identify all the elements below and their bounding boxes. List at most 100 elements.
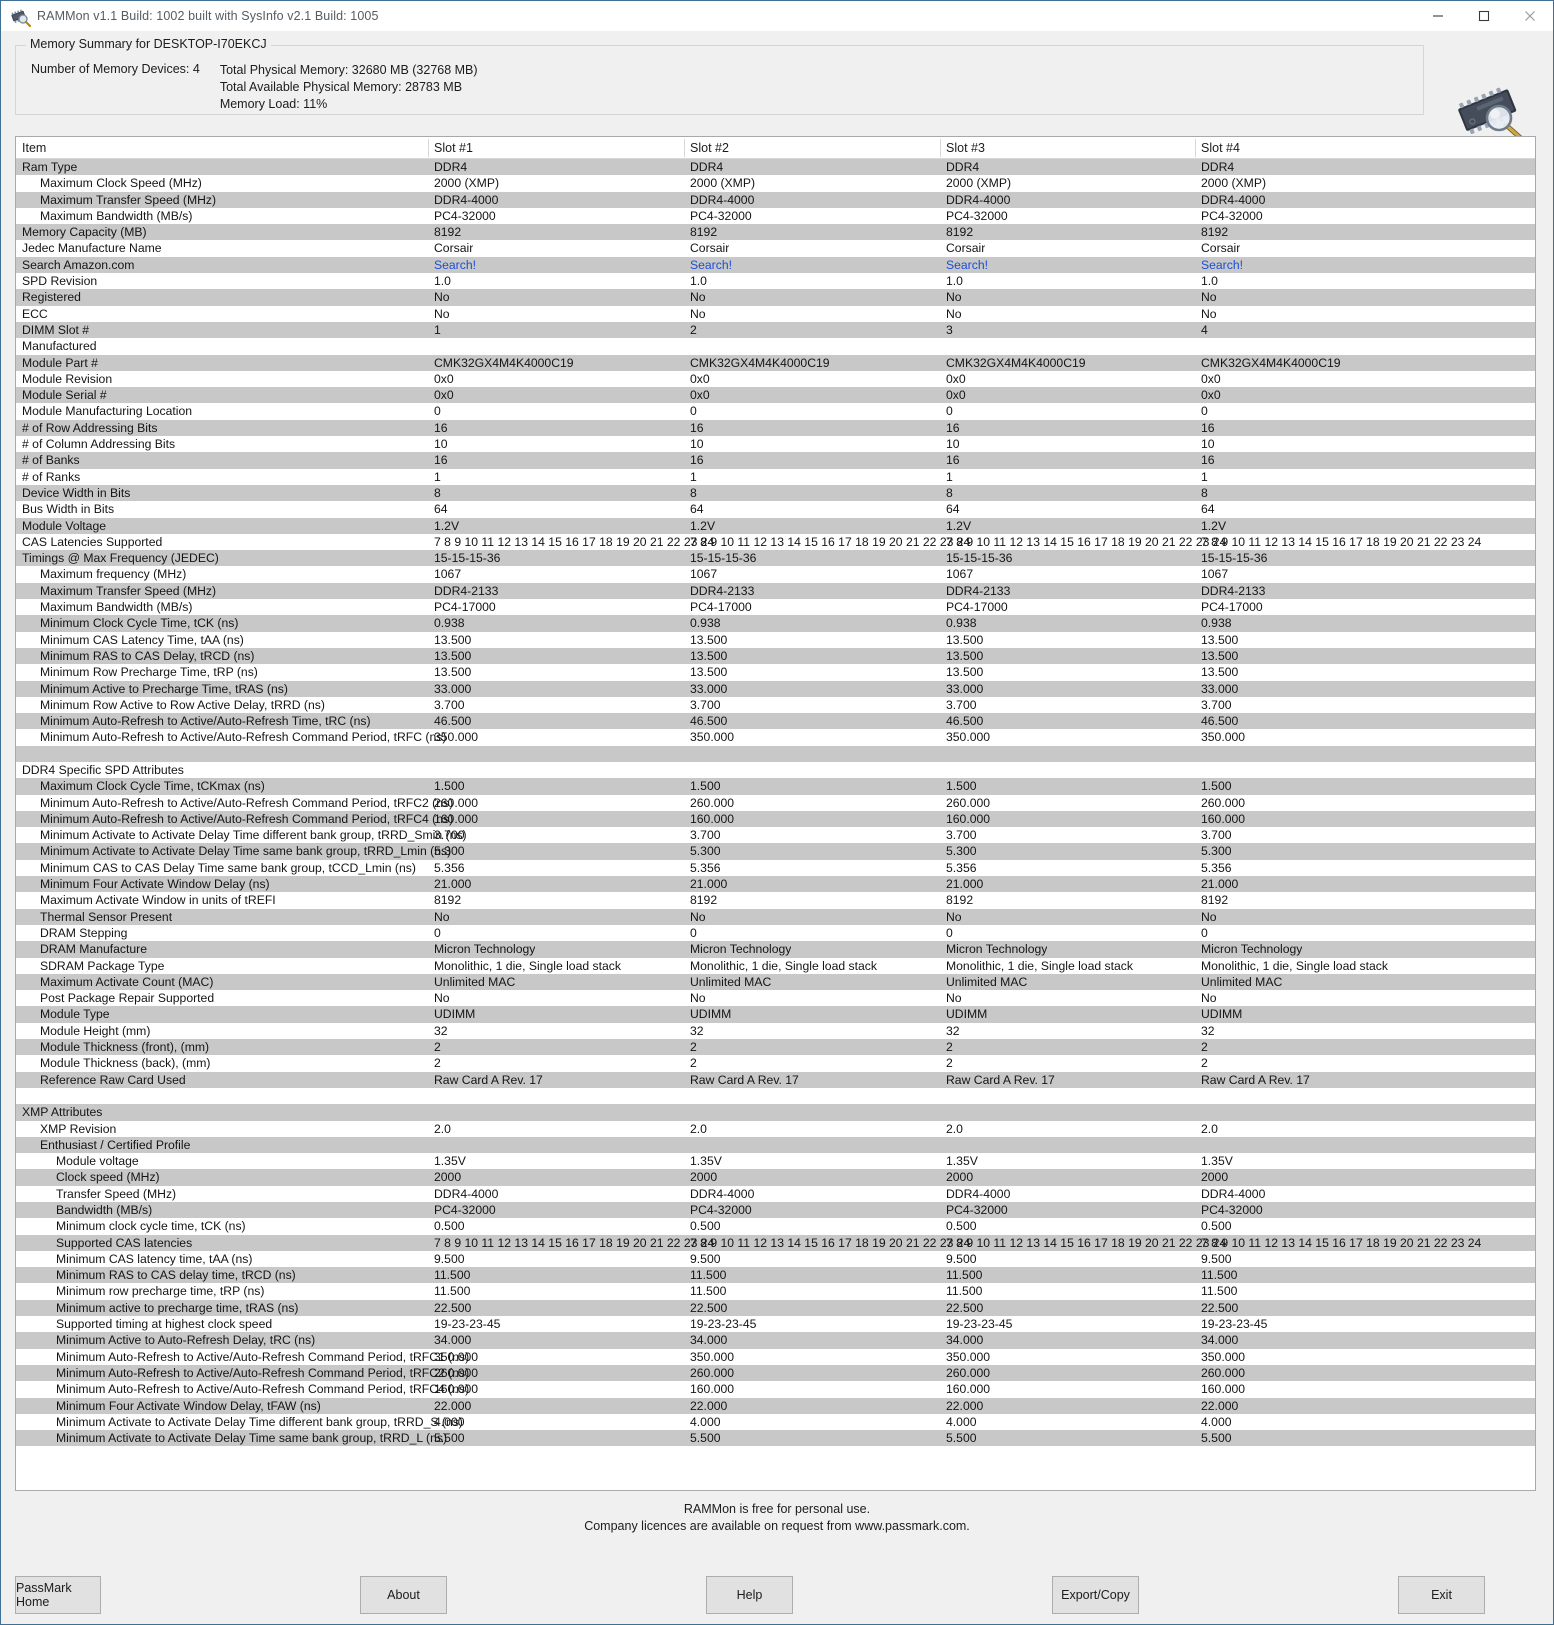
table-row[interactable]: Minimum Auto-Refresh to Active/Auto-Refr… xyxy=(16,810,1535,828)
table-row[interactable]: Ram Type DDR4 DDR4 DDR4 DDR4 xyxy=(16,159,1535,176)
table-row[interactable] xyxy=(16,745,1535,762)
table-row[interactable]: Module Voltage 1.2V 1.2V 1.2V 1.2V xyxy=(16,517,1535,534)
table-row[interactable]: Minimum Activate to Activate Delay Time … xyxy=(16,827,1535,844)
table-row[interactable]: Maximum Activate Window in units of tREF… xyxy=(16,892,1535,909)
table-row[interactable]: Bus Width in Bits 64 64 64 64 xyxy=(16,501,1535,518)
table-row[interactable]: Module Thickness (back), (mm) 2 2 2 2 xyxy=(16,1055,1535,1072)
table-row[interactable]: Minimum Activate to Activate Delay Time … xyxy=(16,1430,1535,1447)
table-row[interactable]: Module Revision 0x0 0x0 0x0 0x0 xyxy=(16,370,1535,388)
table-row[interactable]: SPD Revision 1.0 1.0 1.0 1.0 xyxy=(16,273,1535,290)
table-row[interactable]: Minimum Auto-Refresh to Active/Auto-Refr… xyxy=(16,729,1535,746)
table-row[interactable]: # of Column Addressing Bits 10 10 10 10 xyxy=(16,436,1535,453)
table-row[interactable]: DRAM Manufacture Micron Technology Micron … xyxy=(16,941,1535,958)
help-button[interactable]: Help xyxy=(706,1576,793,1614)
amazon-search-link[interactable]: Search! xyxy=(940,257,988,273)
table-row[interactable]: Minimum Row Precharge Time, tRP (ns) 13.5… xyxy=(16,664,1535,681)
table-row[interactable]: DDR4 Specific SPD Attributes xyxy=(16,761,1535,779)
table-row[interactable]: Supported CAS latencies 7 8 9 10 11 12 13… xyxy=(16,1234,1535,1251)
table-row[interactable]: Maximum Transfer Speed (MHz) DDR4-2133 DDR… xyxy=(16,582,1535,600)
table-row[interactable]: ECC No No No No xyxy=(16,305,1535,322)
amazon-search-link[interactable]: Search! xyxy=(1195,257,1243,273)
table-row[interactable]: Maximum Clock Cycle Time, tCKmax (ns) 1.5… xyxy=(16,778,1535,795)
export-copy-button[interactable]: Export/Copy xyxy=(1052,1576,1139,1614)
table-row[interactable]: Module Type UDIMM UDIMM UDIMM UDIMM xyxy=(16,1006,1535,1023)
maximize-button[interactable] xyxy=(1461,1,1507,31)
table-row[interactable]: DIMM Slot # 1 2 3 4 xyxy=(16,321,1535,339)
close-button[interactable] xyxy=(1507,1,1553,31)
table-row[interactable]: Module Height (mm) 32 32 32 32 xyxy=(16,1022,1535,1040)
table-row[interactable]: Minimum Auto-Refresh to Active/Auto-Refr… xyxy=(16,794,1535,811)
table-row[interactable]: SDRAM Package Type Monolithic, 1 die, Sin… xyxy=(16,957,1535,974)
table-row[interactable]: Minimum Activate to Activate Delay Time … xyxy=(16,1413,1535,1431)
table-row[interactable]: Minimum Four Activate Window Delay (ns) 2… xyxy=(16,876,1535,893)
table-row[interactable]: Minimum RAS to CAS delay time, tRCD (ns)… xyxy=(16,1267,1535,1284)
table-row[interactable]: CAS Latencies Supported 7 8 9 10 11 12 13… xyxy=(16,533,1535,551)
table-row[interactable]: XMP Attributes xyxy=(16,1104,1535,1121)
table-row[interactable]: Minimum Four Activate Window Delay, tFAW… xyxy=(16,1397,1535,1414)
table-row[interactable]: Minimum Row Active to Row Active Delay, … xyxy=(16,696,1535,714)
table-row[interactable]: Search Amazon.com Search! Search! Search! Se… xyxy=(16,256,1535,274)
table-row[interactable]: Maximum Activate Count (MAC) Unlimited MA… xyxy=(16,973,1535,991)
table-row[interactable]: Maximum Bandwidth (MB/s) PC4-32000 PC4-320… xyxy=(16,207,1535,225)
table-row[interactable]: Minimum active to precharge time, tRAS (… xyxy=(16,1299,1535,1317)
table-row[interactable]: Module Manufacturing Location 0 0 0 0 xyxy=(16,403,1535,420)
table-row[interactable]: Minimum Auto-Refresh to Active/Auto-Refr… xyxy=(16,1364,1535,1382)
table-row[interactable]: Module Serial # 0x0 0x0 0x0 0x0 xyxy=(16,387,1535,404)
table-row[interactable]: Minimum clock cycle time, tCK (ns) 0.500 0… xyxy=(16,1218,1535,1235)
column-divider[interactable] xyxy=(1195,139,1196,157)
table-row[interactable]: Minimum RAS to CAS Delay, tRCD (ns) 13.50… xyxy=(16,647,1535,665)
table-row[interactable]: Minimum Active to Auto-Refresh Delay, tR… xyxy=(16,1332,1535,1349)
amazon-search-link[interactable]: Search! xyxy=(428,257,476,273)
table-row[interactable] xyxy=(16,1087,1535,1105)
table-row[interactable]: Timings @ Max Frequency (JEDEC) 15-15-15-… xyxy=(16,550,1535,567)
table-row[interactable]: Manufactured xyxy=(16,338,1535,355)
table-row[interactable]: Post Package Repair Supported No No No No xyxy=(16,990,1535,1007)
table-row[interactable]: Device Width in Bits 8 8 8 8 xyxy=(16,484,1535,502)
table-row[interactable]: Reference Raw Card Used Raw Card A Rev. 1… xyxy=(16,1071,1535,1088)
column-divider[interactable] xyxy=(428,139,429,157)
table-row[interactable]: Minimum Auto-Refresh to Active/Auto-Refr… xyxy=(16,1348,1535,1365)
table-row[interactable]: XMP Revision 2.0 2.0 2.0 2.0 xyxy=(16,1120,1535,1137)
passmark-home-button[interactable]: PassMark Home xyxy=(15,1576,101,1614)
table-row[interactable]: Maximum frequency (MHz) 1067 1067 1067 1067 xyxy=(16,566,1535,583)
table-row[interactable]: Thermal Sensor Present No No No No xyxy=(16,908,1535,925)
table-header-cell-slot-3[interactable]: Slot #3 xyxy=(940,137,985,159)
minimize-button[interactable] xyxy=(1415,1,1461,31)
table-row[interactable]: Maximum Clock Speed (MHz) 2000 (XMP) 2000 … xyxy=(16,175,1535,192)
table-row[interactable]: # of Banks 16 16 16 16 xyxy=(16,452,1535,469)
table-row[interactable]: Module Thickness (front), (mm) 2 2 2 2 xyxy=(16,1039,1535,1056)
table-row[interactable]: # of Row Addressing Bits 16 16 16 16 xyxy=(16,419,1535,437)
table-header-cell-slot-2[interactable]: Slot #2 xyxy=(684,137,729,159)
table-row[interactable]: Minimum Clock Cycle Time, tCK (ns) 0.938 0… xyxy=(16,615,1535,632)
table-row[interactable]: Transfer Speed (MHz) DDR4-4000 DDR4-4000 DD… xyxy=(16,1185,1535,1202)
about-button[interactable]: About xyxy=(360,1576,447,1614)
table-row[interactable]: Minimum CAS to CAS Delay Time same bank … xyxy=(16,859,1535,877)
table-row[interactable]: Minimum Auto-Refresh to Active/Auto-Refr… xyxy=(16,713,1535,730)
table-row[interactable]: Minimum row precharge time, tRP (ns) 11.5… xyxy=(16,1283,1535,1300)
table-row[interactable]: Supported timing at highest clock speed 1… xyxy=(16,1316,1535,1333)
table-row[interactable]: Clock speed (MHz) 2000 2000 2000 2000 xyxy=(16,1169,1535,1186)
table-row[interactable]: Registered No No No No xyxy=(16,289,1535,306)
table-row[interactable]: Minimum Activate to Activate Delay Time … xyxy=(16,843,1535,860)
column-divider[interactable] xyxy=(684,139,685,157)
table-row[interactable]: Minimum Active to Precharge Time, tRAS (… xyxy=(16,680,1535,697)
table-row[interactable]: # of Ranks 1 1 1 1 xyxy=(16,468,1535,485)
table-row[interactable]: Minimum CAS latency time, tAA (ns) 9.500 9… xyxy=(16,1250,1535,1268)
table-row[interactable]: Minimum Auto-Refresh to Active/Auto-Refr… xyxy=(16,1381,1535,1398)
table-row[interactable]: Bandwidth (MB/s) PC4-32000 PC4-32000 PC4-32… xyxy=(16,1202,1535,1219)
table-row[interactable]: Minimum CAS Latency Time, tAA (ns) 13.500… xyxy=(16,631,1535,648)
table-header-cell-item[interactable]: Item xyxy=(16,137,46,159)
table-header-cell-slot-1[interactable]: Slot #1 xyxy=(428,137,473,159)
spd-table-panel[interactable]: Item Slot #1 Slot #2 Slot #3 Slot #4 Ram Typ… xyxy=(15,136,1536,1491)
table-row[interactable]: Maximum Transfer Speed (MHz) DDR4-4000 DDR… xyxy=(16,191,1535,208)
column-divider[interactable] xyxy=(940,139,941,157)
table-row[interactable]: Memory Capacity (MB) 8192 8192 8192 8192 xyxy=(16,224,1535,241)
table-row[interactable]: Maximum Bandwidth (MB/s) PC4-17000 PC4-170… xyxy=(16,599,1535,616)
table-row[interactable]: Jedec Manufacture Name Corsair Corsair Cors… xyxy=(16,240,1535,257)
table-row[interactable]: Module Part # CMK32GX4M4K4000C19 CMK32GX4M… xyxy=(16,354,1535,371)
table-header-cell-slot-4[interactable]: Slot #4 xyxy=(1195,137,1240,159)
table-row[interactable]: DRAM Stepping 0 0 0 0 xyxy=(16,924,1535,942)
table-row[interactable]: Enthusiast / Certified Profile xyxy=(16,1136,1535,1154)
amazon-search-link[interactable]: Search! xyxy=(684,257,732,273)
exit-button[interactable]: Exit xyxy=(1398,1576,1485,1614)
